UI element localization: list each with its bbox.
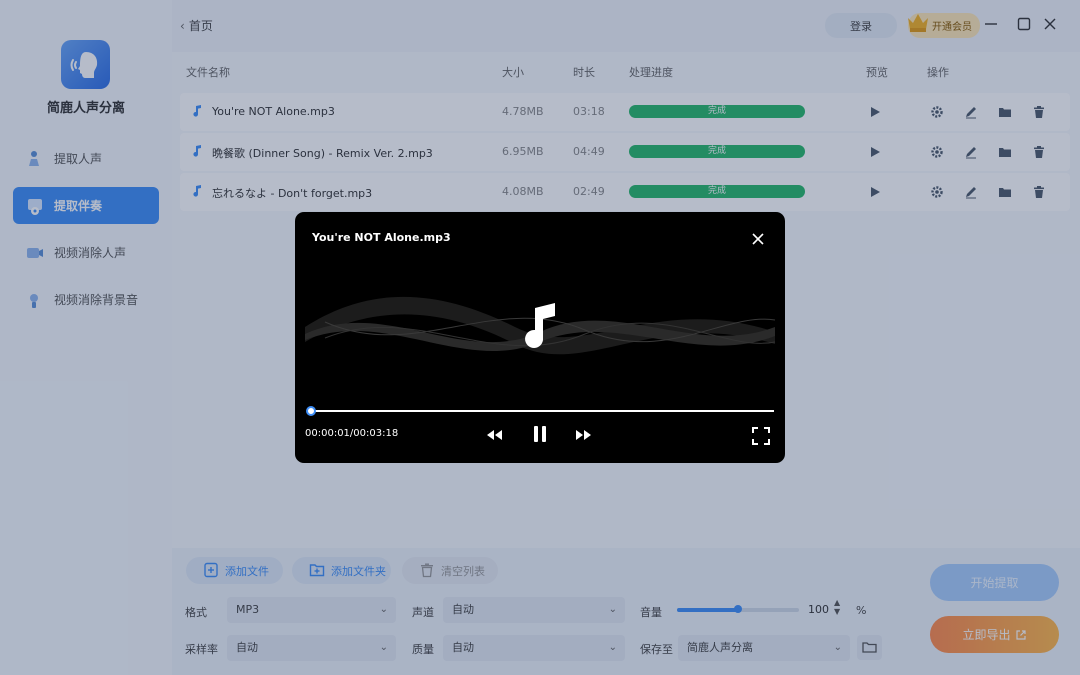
music-note-icon bbox=[525, 303, 555, 348]
fast-forward-icon[interactable] bbox=[574, 426, 592, 444]
app-window: 简鹿人声分离 提取人声 提取伴奏 视频消除人声 视频消除背景音 ‹ 首页 登录 … bbox=[0, 0, 1080, 675]
pause-icon[interactable] bbox=[530, 424, 550, 444]
fullscreen-icon[interactable] bbox=[751, 426, 771, 446]
playback-time: 00:00:01/00:03:18 bbox=[305, 428, 399, 439]
seek-handle[interactable] bbox=[306, 406, 316, 416]
audio-player-modal: You're NOT Alone.mp3 00:00:01/00:03:18 bbox=[295, 212, 785, 463]
rewind-icon[interactable] bbox=[486, 426, 504, 444]
close-icon[interactable] bbox=[751, 232, 765, 246]
player-title: You're NOT Alone.mp3 bbox=[312, 231, 451, 244]
seek-bar[interactable] bbox=[306, 406, 774, 416]
